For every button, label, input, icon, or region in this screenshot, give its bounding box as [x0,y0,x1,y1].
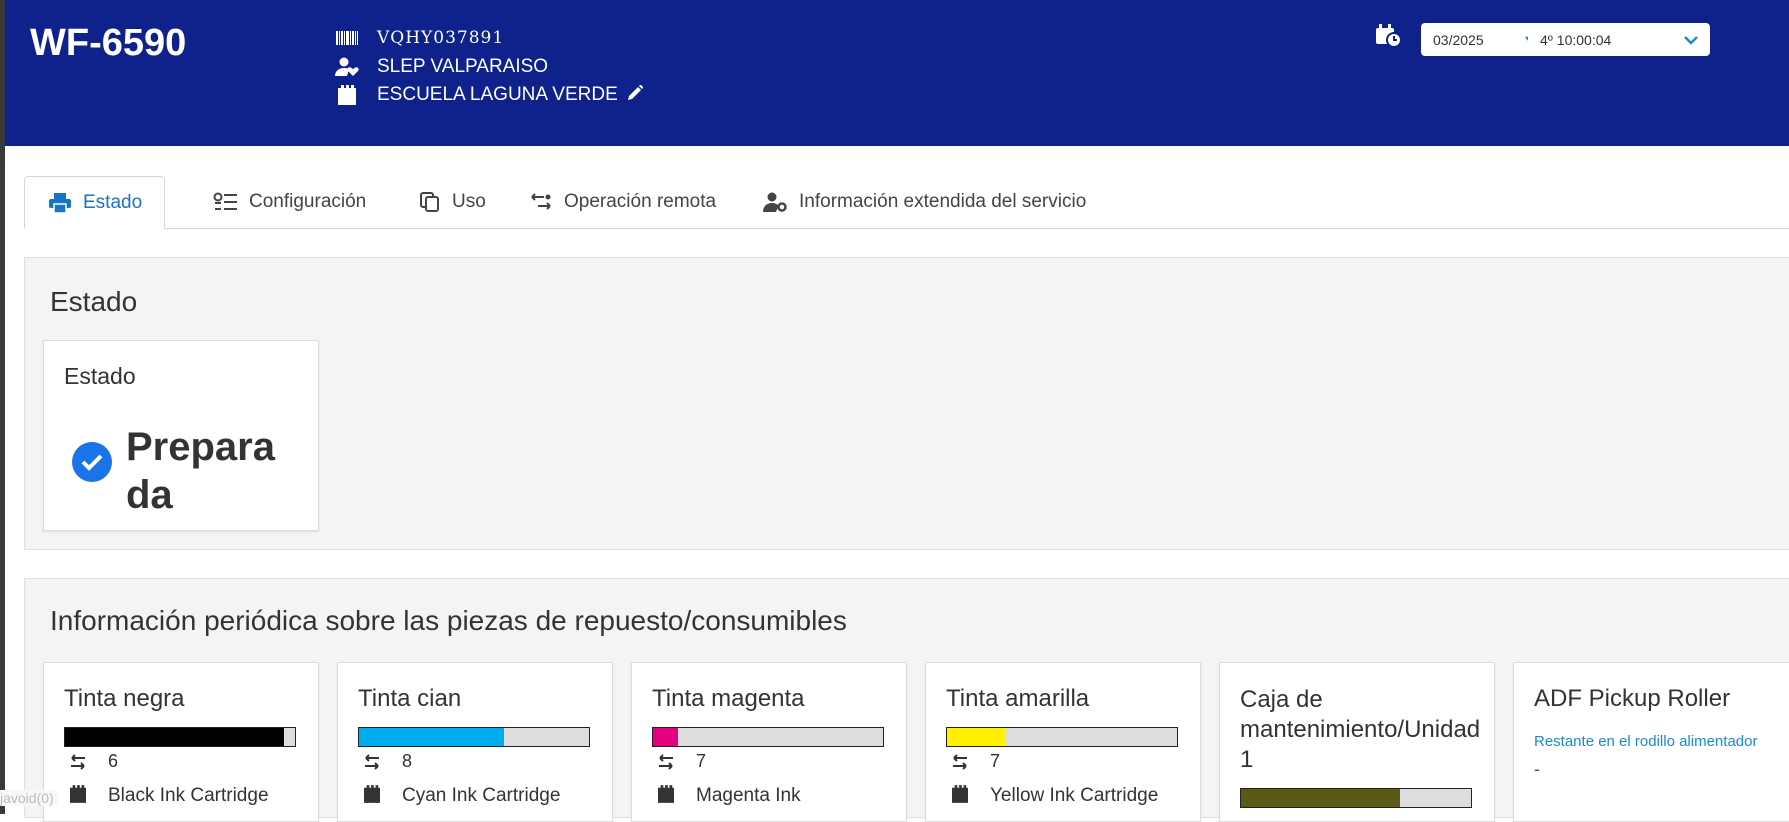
edit-pencil-icon[interactable] [627,84,644,105]
swap-icon [64,753,92,770]
user-heart-icon [333,57,361,77]
cartridge-name: Black Ink Cartridge [108,785,269,806]
settings-list-icon [213,192,237,212]
consumable-title: Tinta magenta [652,685,805,712]
replacement-count: 6 [64,751,118,772]
tab-estado[interactable]: Estado [24,176,165,229]
status-panel: Estado Estado Preparada [24,257,1789,550]
status-bar-url: javoid(0) [0,790,58,806]
ink-level-bar [64,727,296,747]
consumable-card-yellow: Tinta amarilla 7 Yellow Ink Cartridge [925,662,1201,822]
time-select[interactable]: 4º 10:00:04 [1528,23,1710,56]
serial-row: VQHY037891 [333,28,504,48]
tab-label: Información extendida del servicio [799,191,1087,212]
cartridge-row: Black Ink Cartridge [64,785,269,807]
printer-icon [49,192,71,213]
month-select-value: 03/2025 [1433,31,1484,48]
tab-operacion-remota[interactable]: Operación remota [506,176,746,228]
tab-label: Configuración [249,191,367,212]
replacement-count-value: 7 [990,751,1001,771]
maintenance-level-bar [1240,788,1472,808]
status-section-title: Estado [50,286,138,317]
consumables-panel: Información periódica sobre las piezas d… [24,578,1789,822]
device-header: WF-6590 VQHY037891 SLEP VALPARAISO ESCUE… [5,0,1789,146]
tab-informacion-extendida[interactable]: Información extendida del servicio [739,176,1129,228]
replacement-count-value: 8 [402,751,413,771]
cartridge-row: Yellow Ink Cartridge [946,785,1158,807]
building-icon [333,85,361,105]
consumable-card-cyan: Tinta cian 8 Cyan Ink Cartridge [337,662,613,822]
remote-sliders-icon [530,192,552,212]
ink-level-fill [359,728,504,746]
tab-bar: Estado Configuración Uso Operación remot… [24,176,1789,229]
serial-number: VQHY037891 [377,28,505,48]
ink-level-fill [947,728,1005,746]
tab-label: Operación remota [564,191,717,212]
chevron-down-icon [1684,32,1698,48]
status-card: Estado Preparada [43,340,319,531]
roller-remaining-value: - [1534,759,1540,779]
building-icon [64,785,92,803]
status-value: Preparada [126,425,275,517]
location-name: ESCUELA LAGUNA VERDE [377,84,618,105]
user-gear-icon [763,192,787,212]
consumable-title: Caja de mantenimiento/Unidad 1 [1240,686,1481,773]
cartridge-name: Cyan Ink Cartridge [402,785,561,806]
replacement-count: 7 [946,751,1000,772]
consumable-card-magenta: Tinta magenta 7 Magenta Ink [631,662,907,822]
building-icon [652,785,680,803]
calendar-clock-icon[interactable] [1375,24,1403,53]
copy-icon [420,192,440,212]
check-circle-icon [72,442,112,482]
status-card-title: Estado [64,363,136,389]
cartridge-row: Magenta Ink [652,785,801,807]
consumable-card-black: Tinta negra 6 Black Ink Cartridge [43,662,319,822]
building-icon [946,785,974,803]
maintenance-level-fill [1241,789,1400,807]
tab-label: Uso [452,191,486,212]
ink-level-fill [653,728,679,746]
swap-icon [946,753,974,770]
replacement-count: 7 [652,751,706,772]
building-icon [358,785,386,803]
cartridge-name: Yellow Ink Cartridge [990,785,1159,806]
ink-level-fill [65,728,284,746]
swap-icon [358,753,386,770]
ink-level-bar [358,727,590,747]
organization-row: SLEP VALPARAISO [333,56,548,78]
cartridge-name: Magenta Ink [696,785,801,806]
replacement-count: 8 [358,751,412,772]
replacement-count-value: 7 [696,751,707,771]
location-row: ESCUELA LAGUNA VERDE [333,84,644,106]
tab-label: Estado [83,191,143,213]
swap-icon [652,753,680,770]
consumable-title: ADF Pickup Roller [1534,685,1731,712]
ink-level-bar [652,727,884,747]
organization-name: SLEP VALPARAISO [377,56,549,77]
barcode-icon [333,31,361,45]
ink-level-bar [946,727,1178,747]
cartridge-row: Cyan Ink Cartridge [358,785,560,807]
consumables-section-title: Información periódica sobre las piezas d… [50,605,847,636]
tab-uso[interactable]: Uso [396,176,506,228]
tab-configuracion[interactable]: Configuración [189,176,381,228]
replacement-count-value: 6 [108,751,119,771]
consumable-title: Tinta negra [64,685,185,712]
consumable-title: Tinta cian [358,685,462,712]
consumable-title: Tinta amarilla [946,685,1090,712]
time-select-value: 4º 10:00:04 [1540,31,1612,48]
roller-remaining-link[interactable]: Restante en el rodillo alimentador [1534,733,1757,750]
consumable-card-adf-roller: ADF Pickup Roller Restante en el rodillo… [1513,662,1789,822]
consumable-card-maintenance: Caja de mantenimiento/Unidad 1 [1219,662,1495,822]
device-model: WF-6590 [30,22,187,64]
